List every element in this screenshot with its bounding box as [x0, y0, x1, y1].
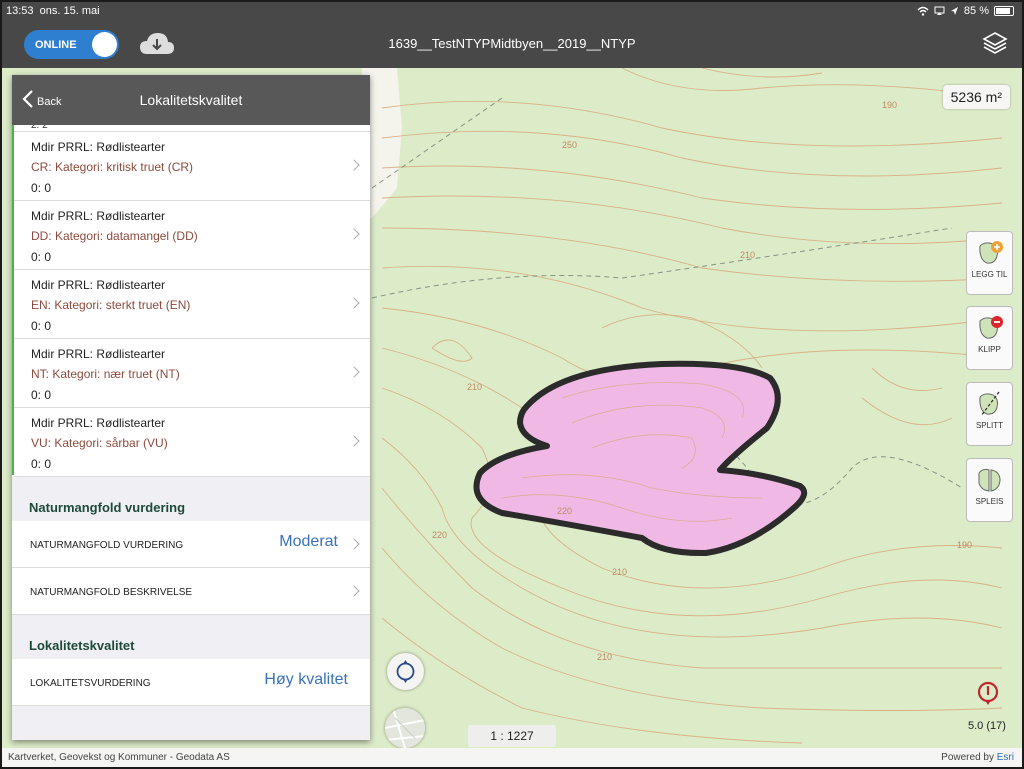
layers-icon	[982, 32, 1008, 54]
clip-tool-button[interactable]: KLIPP	[966, 306, 1013, 370]
chevron-right-icon	[348, 585, 360, 597]
gps-accuracy: 5.0 (17)	[968, 720, 1006, 732]
chevron-right-icon	[348, 366, 360, 378]
row-count: 0: 0	[31, 181, 52, 195]
gps-signal-icon[interactable]	[976, 680, 1000, 706]
tool-label: LEGG TIL	[971, 270, 1008, 279]
row-count: 0: 0	[31, 250, 52, 264]
contour-label: 210	[467, 382, 482, 392]
field-label: NATURMANGFOLD VURDERING	[30, 540, 184, 551]
powered-by-label: Powered by	[941, 752, 997, 763]
attribution-text: Kartverket, Geovekst og Kommuner - Geoda…	[8, 752, 230, 763]
chevron-right-icon	[348, 297, 360, 309]
status-time: 13:53 ons. 15. mai	[6, 5, 100, 17]
location-arrow-icon	[950, 7, 958, 15]
redlist-row-vu[interactable]: Mdir PRRL: Rødlistearter VU: Kategori: s…	[14, 408, 370, 477]
row-category: CR: Kategori: kritisk truet (CR)	[31, 160, 194, 174]
esri-link[interactable]: Esri	[997, 752, 1014, 763]
redlist-row-en[interactable]: Mdir PRRL: Rødlistearter EN: Kategori: s…	[14, 270, 370, 339]
row-category: NT: Kategori: nær truet (NT)	[31, 367, 180, 381]
section-title: Naturmangfold vurdering	[29, 500, 186, 515]
contour-label: 190	[957, 540, 972, 550]
battery-icon	[994, 6, 1014, 16]
chevron-right-icon	[348, 228, 360, 240]
row-category: EN: Kategori: sterkt truet (EN)	[31, 298, 191, 312]
add-tool-button[interactable]: LEGG TIL	[966, 231, 1013, 295]
lokalitetsvurdering-row[interactable]: LOKALITETSVURDERING Høy kvalitet	[12, 659, 370, 706]
contour-label: 210	[597, 652, 612, 662]
screen-mirror-icon	[934, 6, 945, 15]
field-value: Moderat	[279, 533, 338, 550]
basemap-thumbnail-icon	[385, 708, 425, 748]
row-title: Mdir PRRL: Rødlistearter	[31, 347, 166, 361]
section-header-naturmangfold: Naturmangfold vurdering	[12, 477, 370, 521]
section-title: Lokalitetskvalitet	[29, 638, 135, 653]
chevron-right-icon	[348, 538, 360, 550]
tool-label: SPLEIS	[975, 497, 1004, 506]
naturmangfold-beskrivelse-row[interactable]: NATURMANGFOLD BESKRIVELSE	[12, 568, 370, 615]
section-header-lokalitetskvalitet: Lokalitetskvalitet	[12, 615, 370, 659]
attribution-bar: Kartverket, Geovekst og Kommuner - Geoda…	[2, 748, 1022, 767]
field-label: NATURMANGFOLD BESKRIVELSE	[30, 587, 193, 598]
powered-by[interactable]: Powered by Esri	[941, 752, 1014, 763]
row-count: 0: 0	[31, 457, 52, 471]
merge-shape-icon	[978, 468, 1001, 492]
row-title: Mdir PRRL: Rødlistearter	[31, 209, 166, 223]
status-indicators: 85 %	[917, 5, 1014, 17]
field-value: Høy kvalitet	[264, 671, 348, 688]
contour-label: 250	[562, 140, 577, 150]
row-count: 0: 0	[31, 319, 52, 333]
split-shape-icon	[978, 391, 1000, 417]
top-bar: 13:53 ons. 15. mai 85 % ONLINE 1639__Tes…	[2, 2, 1022, 68]
basemap-button[interactable]	[385, 708, 425, 748]
chevron-right-icon	[348, 159, 360, 171]
split-tool-button[interactable]: SPLITT	[966, 382, 1013, 446]
redlist-row-cr[interactable]: Mdir PRRL: Rødlistearter CR: Kategori: k…	[14, 132, 370, 201]
contour-label: 220	[432, 530, 447, 540]
clip-shape-icon	[978, 316, 1003, 339]
contour-label: 190	[882, 100, 897, 110]
layers-button[interactable]	[982, 30, 1008, 56]
panel-title: Lokalitetskvalitet	[139, 92, 243, 108]
tool-label: SPLITT	[975, 421, 1004, 430]
add-shape-icon	[978, 241, 1003, 264]
tool-label: KLIPP	[978, 345, 1001, 354]
row-title: Mdir PRRL: Rødlistearter	[31, 140, 166, 154]
redlist-row-dd[interactable]: Mdir PRRL: Rødlistearter DD: Kategori: d…	[14, 201, 370, 270]
app-window: 13:53 ons. 15. mai 85 % ONLINE 1639__Tes…	[0, 0, 1024, 769]
row-count: 0: 0	[31, 388, 52, 402]
battery-percent: 85 %	[963, 5, 989, 17]
contour-label: 210	[612, 567, 627, 577]
compass-icon	[396, 660, 415, 683]
contour-label: 220	[557, 506, 572, 516]
map-title: 1639__TestNTYPMidtbyen__2019__NTYP	[388, 36, 636, 51]
date: ons. 15. mai	[39, 5, 100, 17]
row-category: VU: Kategori: sårbar (VU)	[31, 436, 168, 450]
row-category: DD: Kategori: datamangel (DD)	[31, 229, 198, 243]
list-item: 2: 2	[14, 125, 370, 132]
scale-indicator: 1 : 1227	[468, 725, 556, 747]
redlist-row-nt[interactable]: Mdir PRRL: Rødlistearter NT: Kategori: n…	[14, 339, 370, 408]
row-title: Mdir PRRL: Rødlistearter	[31, 416, 166, 430]
chevron-right-icon	[348, 435, 360, 447]
merge-tool-button[interactable]: SPLEIS	[966, 458, 1013, 522]
area-measurement: 5236 m²	[942, 85, 1010, 109]
wifi-icon	[917, 6, 929, 16]
compass-button[interactable]	[387, 653, 424, 690]
contour-label: 210	[740, 250, 755, 260]
row-title: Mdir PRRL: Rødlistearter	[31, 278, 166, 292]
field-label: LOKALITETSVURDERING	[30, 678, 151, 689]
panel-body[interactable]: 2: 2 Mdir PRRL: Rødlistearter CR: Katego…	[12, 125, 370, 740]
attribute-panel: Back Lokalitetskvalitet 2: 2 Mdir PRRL: …	[12, 75, 370, 740]
clock: 13:53	[6, 5, 34, 17]
naturmangfold-vurdering-row[interactable]: NATURMANGFOLD VURDERING Moderat	[12, 521, 370, 568]
panel-header: Back Lokalitetskvalitet	[12, 75, 370, 125]
